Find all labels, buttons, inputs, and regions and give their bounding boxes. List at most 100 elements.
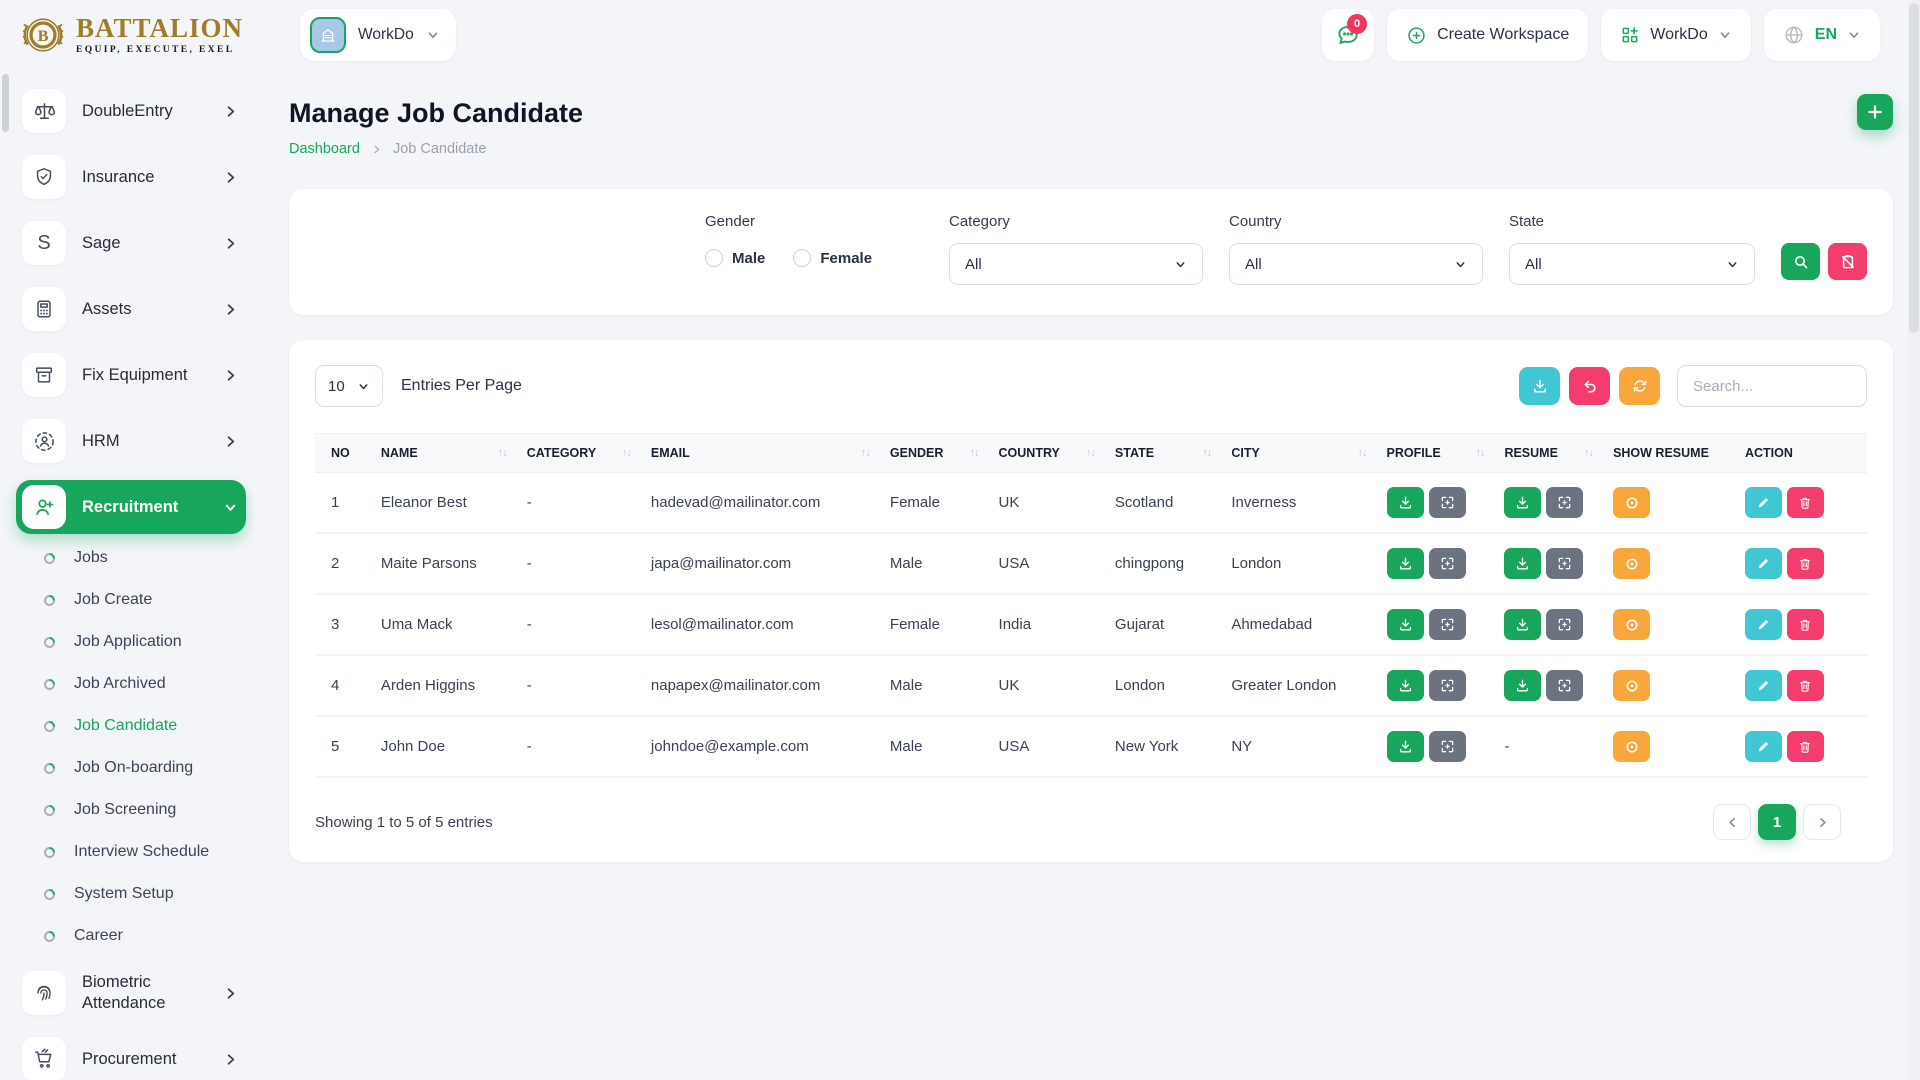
column-header-gender[interactable]: GENDER↑↓	[880, 434, 989, 473]
show-resume-button[interactable]	[1613, 609, 1650, 640]
sort-icon[interactable]: ↑↓	[498, 447, 507, 459]
resume-preview-button[interactable]	[1546, 487, 1583, 518]
sidebar-scrollbar[interactable]	[2, 74, 9, 132]
sort-icon[interactable]: ↑↓	[970, 447, 979, 459]
sidebar-item-doubleentry[interactable]: DoubleEntry	[16, 84, 246, 138]
delete-button[interactable]	[1787, 670, 1824, 701]
fullscreen-icon	[1440, 556, 1455, 571]
country-select[interactable]: All	[1229, 243, 1483, 285]
delete-button[interactable]	[1787, 487, 1824, 518]
resume-download-button[interactable]	[1504, 548, 1541, 579]
entries-per-page-select[interactable]: 10	[315, 365, 383, 407]
chevron-right-icon	[371, 144, 382, 155]
page-scrollbar-thumb[interactable]	[1909, 3, 1919, 333]
sidebar-item-job-on-boarding[interactable]: Job On-boarding	[16, 756, 246, 780]
sort-icon[interactable]: ↑↓	[1584, 447, 1593, 459]
sidebar-item-sage[interactable]: SSage	[16, 216, 246, 270]
resume-preview-button[interactable]	[1546, 670, 1583, 701]
undo-button[interactable]	[1569, 367, 1610, 405]
column-header-profile[interactable]: PROFILE↑↓	[1377, 434, 1495, 473]
profile-preview-button[interactable]	[1429, 670, 1466, 701]
workdo-menu-button[interactable]: WorkDo	[1601, 9, 1751, 61]
language-selector[interactable]: EN	[1764, 9, 1880, 61]
sidebar-item-career[interactable]: Career	[16, 924, 246, 948]
resume-download-button[interactable]	[1504, 609, 1541, 640]
sidebar-item-job-screening[interactable]: Job Screening	[16, 798, 246, 822]
resume-button-group	[1504, 609, 1593, 640]
sidebar-item-insurance[interactable]: Insurance	[16, 150, 246, 204]
profile-preview-button[interactable]	[1429, 609, 1466, 640]
male-radio[interactable]: Male	[705, 249, 765, 267]
sort-icon[interactable]: ↑↓	[1475, 447, 1484, 459]
sidebar-item-job-archived[interactable]: Job Archived	[16, 672, 246, 696]
profile-download-button[interactable]	[1387, 609, 1424, 640]
refresh-button[interactable]	[1619, 367, 1660, 405]
sidebar-item-hrm[interactable]: HRM	[16, 414, 246, 468]
column-header-category[interactable]: CATEGORY↑↓	[517, 434, 641, 473]
create-workspace-button[interactable]: Create Workspace	[1387, 9, 1588, 61]
profile-download-button[interactable]	[1387, 670, 1424, 701]
page-1-button[interactable]: 1	[1758, 804, 1796, 840]
show-resume-button[interactable]	[1613, 548, 1650, 579]
next-page-button[interactable]	[1803, 804, 1841, 840]
edit-button[interactable]	[1745, 487, 1782, 518]
clear-filter-button[interactable]	[1828, 243, 1867, 280]
sidebar-item-interview-schedule[interactable]: Interview Schedule	[16, 840, 246, 864]
profile-preview-button[interactable]	[1429, 548, 1466, 579]
sidebar-item-job-application[interactable]: Job Application	[16, 630, 246, 654]
column-header-inner: STATE↑↓	[1115, 446, 1211, 460]
edit-button[interactable]	[1745, 548, 1782, 579]
column-header-state[interactable]: STATE↑↓	[1105, 434, 1221, 473]
sort-icon[interactable]: ↑↓	[622, 447, 631, 459]
workspace-switcher[interactable]: WorkDo	[300, 9, 456, 61]
download-icon	[1398, 739, 1413, 754]
show-resume-button[interactable]	[1613, 487, 1650, 518]
sort-icon[interactable]: ↑↓	[861, 447, 870, 459]
resume-download-button[interactable]	[1504, 670, 1541, 701]
breadcrumb-dashboard-link[interactable]: Dashboard	[289, 141, 360, 157]
column-header-country[interactable]: COUNTRY↑↓	[989, 434, 1105, 473]
messages-button[interactable]: 0	[1322, 9, 1374, 61]
apply-filter-button[interactable]	[1781, 243, 1820, 280]
search-input[interactable]	[1677, 365, 1867, 407]
delete-button[interactable]	[1787, 731, 1824, 762]
sidebar-item-assets[interactable]: Assets	[16, 282, 246, 336]
sidebar-item-jobs[interactable]: Jobs	[16, 546, 246, 570]
edit-button[interactable]	[1745, 609, 1782, 640]
sort-icon[interactable]: ↑↓	[1086, 447, 1095, 459]
export-button[interactable]	[1519, 367, 1560, 405]
resume-preview-button[interactable]	[1546, 548, 1583, 579]
sidebar-item-biometric-attendance[interactable]: Biometric Attendance	[16, 966, 246, 1020]
state-select[interactable]: All	[1509, 243, 1755, 285]
sidebar-item-job-candidate[interactable]: Job Candidate	[16, 714, 246, 738]
sidebar-item-job-create[interactable]: Job Create	[16, 588, 246, 612]
column-header-resume[interactable]: RESUME↑↓	[1494, 434, 1603, 473]
resume-preview-button[interactable]	[1546, 609, 1583, 640]
column-header-name[interactable]: NAME↑↓	[371, 434, 517, 473]
resume-download-button[interactable]	[1504, 487, 1541, 518]
profile-download-button[interactable]	[1387, 548, 1424, 579]
sidebar-item-fix-equipment[interactable]: Fix Equipment	[16, 348, 246, 402]
column-header-email[interactable]: EMAIL↑↓	[641, 434, 880, 473]
add-candidate-button[interactable]	[1857, 94, 1893, 130]
page-scrollbar[interactable]	[1907, 0, 1920, 1080]
sidebar-item-system-setup[interactable]: System Setup	[16, 882, 246, 906]
edit-button[interactable]	[1745, 670, 1782, 701]
show-resume-button[interactable]	[1613, 731, 1650, 762]
category-select[interactable]: All	[949, 243, 1203, 285]
sidebar-item-recruitment[interactable]: Recruitment	[16, 480, 246, 534]
prev-page-button[interactable]	[1713, 804, 1751, 840]
sidebar-item-procurement[interactable]: Procurement	[16, 1032, 246, 1080]
sort-icon[interactable]: ↑↓	[1358, 447, 1367, 459]
sort-icon[interactable]: ↑↓	[1202, 447, 1211, 459]
profile-preview-button[interactable]	[1429, 731, 1466, 762]
female-radio[interactable]: Female	[793, 249, 872, 267]
delete-button[interactable]	[1787, 548, 1824, 579]
profile-download-button[interactable]	[1387, 731, 1424, 762]
profile-download-button[interactable]	[1387, 487, 1424, 518]
profile-preview-button[interactable]	[1429, 487, 1466, 518]
edit-button[interactable]	[1745, 731, 1782, 762]
column-header-city[interactable]: CITY↑↓	[1221, 434, 1376, 473]
show-resume-button[interactable]	[1613, 670, 1650, 701]
delete-button[interactable]	[1787, 609, 1824, 640]
